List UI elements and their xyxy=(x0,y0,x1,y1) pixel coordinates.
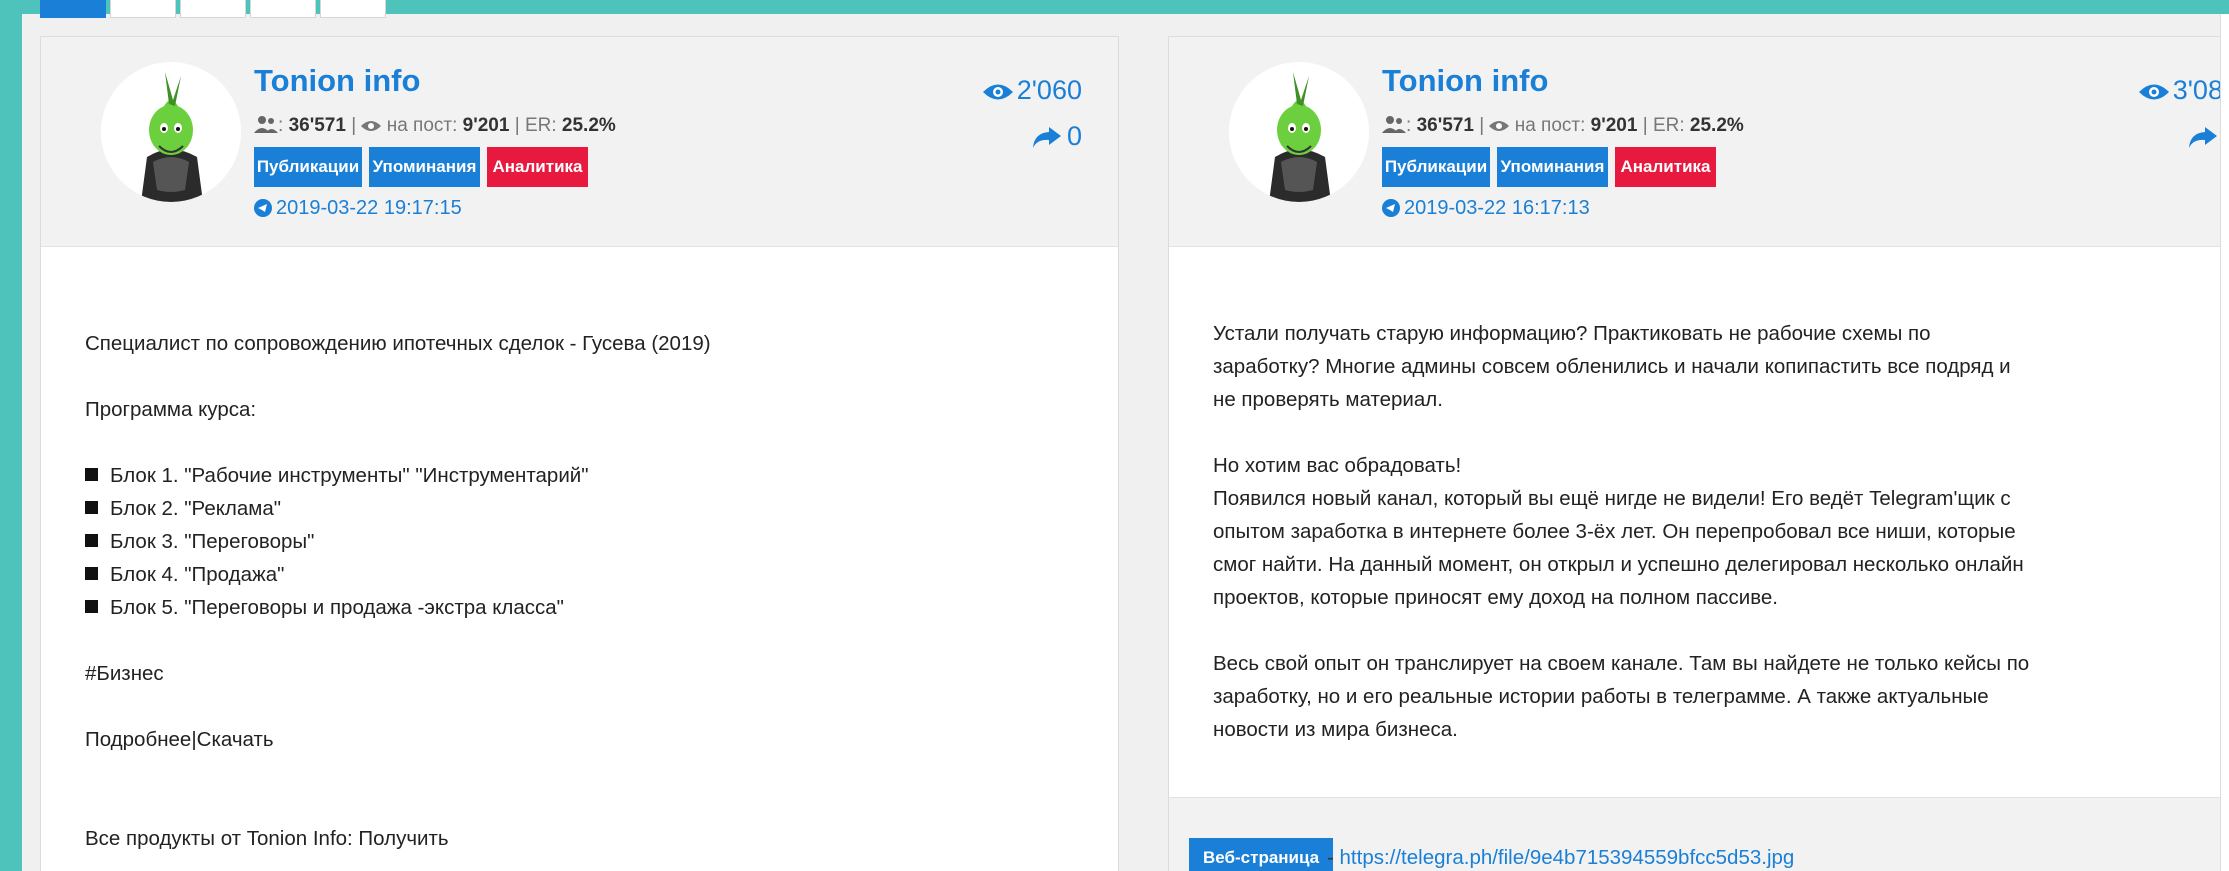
stats-sep: | ER: xyxy=(509,115,562,136)
post-body: Устали получать старую информацию? Практ… xyxy=(1213,317,2206,746)
stats-sep: : xyxy=(1406,115,1417,136)
square-bullet-icon xyxy=(85,600,98,613)
post-text-line: не проверять материал. xyxy=(1213,388,1443,411)
eye-icon xyxy=(982,84,1013,100)
stats-sep: | xyxy=(1473,115,1490,136)
mentions-button[interactable]: Упоминания xyxy=(369,147,480,187)
onion-mascot-icon xyxy=(1269,72,1331,202)
share-icon xyxy=(2188,127,2217,148)
views-counter: 2'060 xyxy=(982,75,1082,106)
post-date-text: 2019-03-22 19:17:15 xyxy=(276,197,462,219)
page-tab-2[interactable] xyxy=(110,0,176,18)
analytics-button[interactable]: Аналитика xyxy=(487,147,588,187)
post-body: Специалист по сопровождению ипотечных сд… xyxy=(85,327,1078,855)
subscribers-count: 36'571 xyxy=(1416,115,1474,136)
post-text-line: Но хотим вас обрадовать! xyxy=(1213,454,1462,477)
stats-sep: | xyxy=(345,115,362,136)
square-bullet-icon xyxy=(85,567,98,580)
shares-counter: 0 xyxy=(1031,121,1082,152)
web-page-button[interactable]: Веб-страница xyxy=(1189,838,1334,871)
square-bullet-icon xyxy=(85,501,98,514)
subscribers-count: 36'571 xyxy=(288,115,346,136)
page: Tonion info : 36'571 | на пост: 9'201 | … xyxy=(22,0,2229,871)
post-card: Tonion info : 36'571 | на пост: 9'201 | … xyxy=(1168,36,2229,871)
post-text-line: опытом заработка в интернете более 3-ёх … xyxy=(1213,520,2016,543)
post-date-text: 2019-03-22 16:17:13 xyxy=(1404,197,1590,219)
er-value: 25.2% xyxy=(1689,115,1744,136)
post-date[interactable]: 2019-03-22 19:17:15 xyxy=(254,197,462,220)
hashtag[interactable]: #Бизнес xyxy=(85,657,1078,690)
analytics-button[interactable]: Аналитика xyxy=(1615,147,1716,187)
post-date[interactable]: 2019-03-22 16:17:13 xyxy=(1382,197,1590,220)
users-icon xyxy=(254,116,278,133)
post-header: Tonion info : 36'571 | на пост: 9'201 | … xyxy=(41,37,1118,247)
more-download-link[interactable]: Подробнее|Скачать xyxy=(85,723,1078,756)
square-bullet-icon xyxy=(85,468,98,481)
telegram-icon xyxy=(254,199,272,217)
per-post-views: 9'201 xyxy=(1590,115,1638,136)
channel-title[interactable]: Tonion info xyxy=(1382,63,1548,99)
post-footer: Веб-страница - https://telegra.ph/file/9… xyxy=(1169,797,2229,871)
post-text-line: Устали получать старую информацию? Практ… xyxy=(1213,322,1931,345)
shares-value: 0 xyxy=(1066,121,1082,151)
post-text-line: смог найти. На данный момент, он открыл … xyxy=(1213,553,2024,576)
post-text-line: проектов, которые приносят ему доход на … xyxy=(1213,586,1778,609)
eye-icon xyxy=(2138,84,2169,100)
post-text-line: Появился новый канал, который вы ещё ниг… xyxy=(1213,487,2011,510)
right-edge-panel xyxy=(2220,14,2229,871)
all-products-link[interactable]: Все продукты от Tonion Info: Получить xyxy=(85,822,1078,855)
list-item: Блок 4. "Продажа" xyxy=(85,558,1078,591)
web-page-url[interactable]: https://telegra.ph/file/9e4b715394559bfc… xyxy=(1340,846,1795,869)
post-text-line: заработку? Многие админы совсем обленили… xyxy=(1213,355,2011,378)
channel-stats: : 36'571 | на пост: 9'201 | ER: 25.2% xyxy=(254,115,616,137)
post-text-line: Программа курса: xyxy=(85,398,257,421)
post-card: Tonion info : 36'571 | на пост: 9'201 | … xyxy=(40,36,1119,871)
share-icon xyxy=(1032,127,1061,148)
views-value: 2'060 xyxy=(1016,75,1082,105)
channel-title[interactable]: Tonion info xyxy=(254,63,420,99)
mentions-button[interactable]: Упоминания xyxy=(1497,147,1608,187)
channel-avatar[interactable] xyxy=(101,62,241,202)
page-tab-4[interactable] xyxy=(250,0,316,18)
page-tab-5[interactable] xyxy=(320,0,386,18)
per-post-label: на пост: xyxy=(1509,115,1591,136)
list-item: Блок 1. "Рабочие инструменты" "Инструмен… xyxy=(85,459,1078,492)
users-icon xyxy=(1382,116,1406,133)
views-counter: 3'084 xyxy=(2138,75,2229,106)
telegram-icon xyxy=(1382,199,1400,217)
publications-button[interactable]: Публикации xyxy=(254,147,362,187)
eye-icon xyxy=(361,121,382,131)
stats-sep: | ER: xyxy=(1637,115,1690,136)
er-value: 25.2% xyxy=(561,115,616,136)
stats-sep: : xyxy=(278,115,289,136)
list-item: Блок 3. "Переговоры" xyxy=(85,525,1078,558)
link-dash: - xyxy=(1327,846,1340,869)
eye-icon xyxy=(1489,121,1510,131)
post-text-line: новости из мира бизнеса. xyxy=(1213,718,1458,741)
post-text-line: заработку, но и его реальные истории раб… xyxy=(1213,685,1989,708)
post-text-line: Весь свой опыт он транслирует на своем к… xyxy=(1213,652,2030,675)
per-post-label: на пост: xyxy=(381,115,463,136)
onion-mascot-icon xyxy=(141,72,203,202)
per-post-views: 9'201 xyxy=(462,115,510,136)
page-tab-1[interactable] xyxy=(40,0,106,18)
publications-button[interactable]: Публикации xyxy=(1382,147,1490,187)
square-bullet-icon xyxy=(85,534,98,547)
post-header: Tonion info : 36'571 | на пост: 9'201 | … xyxy=(1169,37,2229,247)
list-item: Блок 5. "Переговоры и продажа -экстра кл… xyxy=(85,591,1078,624)
post-text-line: Специалист по сопровождению ипотечных сд… xyxy=(85,332,711,355)
page-tab-3[interactable] xyxy=(180,0,246,18)
channel-avatar[interactable] xyxy=(1229,62,1369,202)
channel-stats: : 36'571 | на пост: 9'201 | ER: 25.2% xyxy=(1382,115,1744,137)
web-page-link[interactable]: - https://telegra.ph/file/9e4b715394559b… xyxy=(1327,846,1794,870)
list-item: Блок 2. "Реклама" xyxy=(85,492,1078,525)
